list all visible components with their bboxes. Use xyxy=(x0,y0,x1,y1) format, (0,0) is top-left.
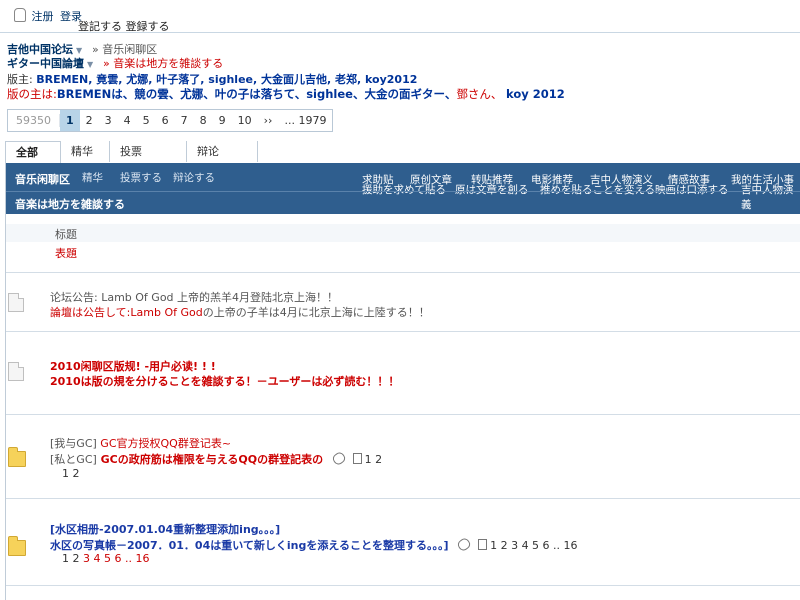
moderators-label: 版主: xyxy=(7,73,33,86)
user-icon xyxy=(14,8,26,22)
band-divider xyxy=(5,191,800,192)
divider xyxy=(5,331,800,332)
thread-title-jp[interactable]: 水区の写真帳－2007．01．04は重いて新しくingを添えることを整理する。。… xyxy=(50,536,578,553)
user-links: 注册 登录 xyxy=(14,8,82,24)
moderator-tail-jp: 鄧さん、 xyxy=(456,87,503,101)
page-link[interactable]: 10 xyxy=(232,114,258,127)
chevron-down-icon[interactable]: ▼ xyxy=(76,46,82,55)
folder-icon xyxy=(8,447,26,467)
moderator-links-jp[interactable]: BREMENは、競の雲、尤娜、叶の子は落ちて、sighlee、大金の面ギター、 xyxy=(57,87,456,101)
page-current[interactable]: 1 xyxy=(60,110,80,131)
category-life[interactable]: 我的生活小事 xyxy=(731,172,794,187)
forum-name: 音乐闲聊区 xyxy=(15,173,70,186)
divider xyxy=(5,585,800,586)
page-link[interactable]: 8 xyxy=(194,114,213,127)
tab-poll[interactable]: 投票 xyxy=(110,141,187,162)
category-people[interactable]: 吉中人物演义 xyxy=(590,172,653,187)
attachment-icon xyxy=(456,536,473,553)
moderator-links[interactable]: BREMEN, 竟雲, 尤娜, 叶子落了, sighlee, 大金面儿吉他, 老… xyxy=(36,73,417,86)
attachment-icon xyxy=(330,450,347,467)
thread-pages-jp[interactable]: 1 2 3 4 5 6 .. 16 xyxy=(62,552,149,565)
breadcrumb-forum-jp[interactable]: ギター中国論壇 xyxy=(7,57,84,70)
thread-title-jp[interactable]: [私とGC] GCの政府筋は権限を与えるQQの群登記表の 1 2 xyxy=(50,450,383,467)
page-link[interactable]: 6 xyxy=(156,114,175,127)
thread-tabs: 全部 精华 投票 辩论 xyxy=(5,141,800,164)
thread-title[interactable]: [水区相册-2007.01.04重新整理添加ing。。。] xyxy=(50,521,280,537)
breadcrumb-current-jp: » 音楽は地方を雑談する xyxy=(103,57,224,70)
filter-debate[interactable]: 辩论する xyxy=(173,170,215,185)
thread-title-jp[interactable]: 2010は版の規を分けることを雑談する！－ユーザーは必ず読む！！！ xyxy=(50,373,399,389)
thread-title[interactable]: 论坛公告: Lamb Of God 上帝的羔羊4月登陆北京上海！！ xyxy=(50,289,338,305)
page-link[interactable]: 5 xyxy=(137,114,156,127)
category-emotion[interactable]: 情感故事 xyxy=(668,172,710,187)
tab-debate[interactable]: 辩论 xyxy=(187,141,258,162)
thread-title[interactable]: [我与GC] GC官方授权QQ群登记表~ xyxy=(50,435,231,451)
register-link[interactable]: 注册 xyxy=(32,10,54,23)
top-bar-jp: 登記する 登録する xyxy=(78,20,170,33)
table-header: 标题 表題 xyxy=(5,214,800,269)
moderator-last-jp[interactable]: koy 2012 xyxy=(506,87,565,101)
column-title-jp: 表題 xyxy=(55,247,77,260)
page-icon xyxy=(352,453,362,464)
divider xyxy=(5,414,800,415)
page-icon xyxy=(478,539,488,550)
top-bar: 注册 登录 登記する 登録する xyxy=(0,0,800,33)
column-title: 标题 xyxy=(55,228,77,241)
page-last[interactable]: ... 1979 xyxy=(278,114,332,127)
page-link[interactable]: 2 xyxy=(80,114,99,127)
thread-count: 59350 xyxy=(8,114,60,127)
tab-all[interactable]: 全部 xyxy=(5,141,61,164)
tab-digest[interactable]: 精华 xyxy=(61,141,110,162)
moderators-label-jp: 版の主は: xyxy=(7,87,57,101)
chevron-down-icon[interactable]: ▼ xyxy=(87,60,93,69)
thread-title-jp[interactable]: 論壇は公告して:Lamb Of Godの上帝の子羊は4月に北京上海に上陸する！！ xyxy=(50,304,430,320)
header-row-jp xyxy=(5,242,800,260)
page-link[interactable]: 7 xyxy=(175,114,194,127)
thread-pages-jp[interactable]: 1 2 xyxy=(62,467,80,480)
document-icon xyxy=(8,293,24,312)
divider xyxy=(5,272,800,273)
folder-icon xyxy=(8,536,26,556)
forum-name-jp: 音楽は地方を雑談する xyxy=(15,198,125,211)
header-row xyxy=(5,224,800,242)
thread-title[interactable]: 2010闲聊区版规! -用户必读! ! ! xyxy=(50,358,216,374)
filter-poll[interactable]: 投票する xyxy=(120,170,162,185)
moderators-jp: 版の主は:BREMENは、競の雲、尤娜、叶の子は落ちて、sighlee、大金の面… xyxy=(7,86,565,102)
forum-header-band: 音乐闲聊区 精华 投票する 辩论する 求助贴 援助を求めて貼る 原创文章 原は文… xyxy=(5,163,800,214)
page-next[interactable]: ›› xyxy=(258,114,279,127)
filter-digest[interactable]: 精华 xyxy=(82,170,103,185)
divider xyxy=(5,498,800,499)
page-link[interactable]: 4 xyxy=(118,114,137,127)
pagination: 59350 1 2 3 4 5 6 7 8 9 10 ›› ... 1979 xyxy=(7,109,334,132)
category-original[interactable]: 原创文章 xyxy=(410,172,452,187)
moderators: 版主: BREMEN, 竟雲, 尤娜, 叶子落了, sighlee, 大金面儿吉… xyxy=(7,71,417,87)
category-repost[interactable]: 转贴推荐 xyxy=(471,172,513,187)
table-border xyxy=(5,141,6,600)
page-link[interactable]: 9 xyxy=(213,114,232,127)
document-icon xyxy=(8,362,24,381)
breadcrumb-jp: ギター中国論壇 ▼ » 音楽は地方を雑談する xyxy=(7,55,223,71)
page-link[interactable]: 3 xyxy=(99,114,118,127)
thread-pages[interactable]: 1 2 3 4 5 6 .. 16 xyxy=(490,539,577,552)
thread-pages[interactable]: 1 2 xyxy=(365,453,383,466)
